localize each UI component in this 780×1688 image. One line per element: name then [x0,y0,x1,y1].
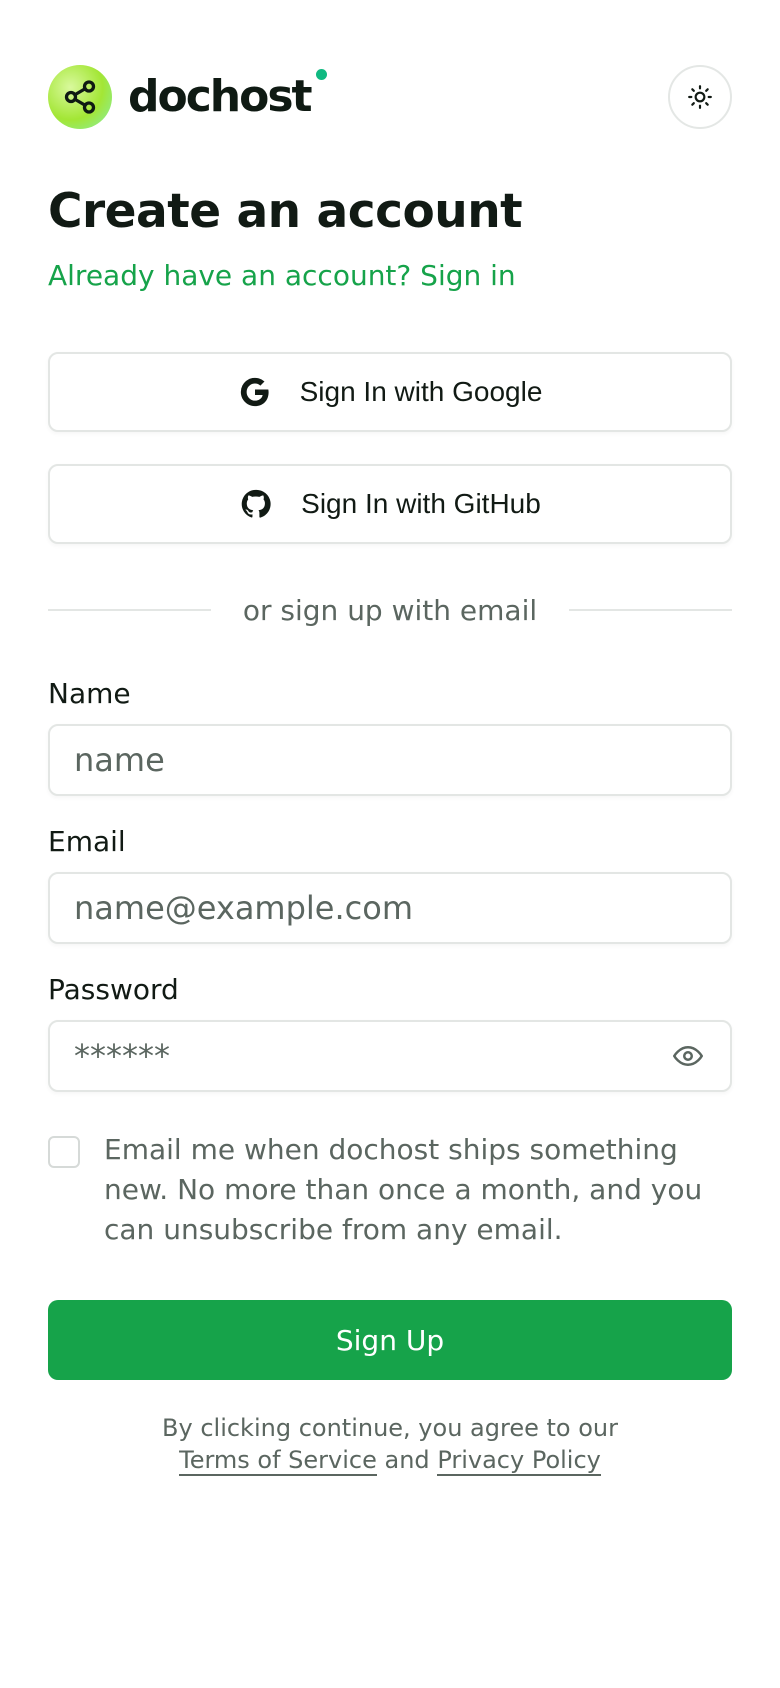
divider-line-left [48,609,211,611]
header: dochost [48,64,732,130]
signup-button[interactable]: Sign Up [48,1300,732,1380]
brand-name: dochost [128,69,327,119]
github-signin-button[interactable]: Sign In with GitHub [48,464,732,544]
signup-page: dochost Create an account Already have a… [0,0,780,1688]
signin-link[interactable]: Already have an account? Sign in [48,256,516,296]
email-field-wrapper [48,872,732,944]
password-field-wrapper [48,1020,732,1092]
terms-of-service-link[interactable]: Terms of Service [179,1446,377,1476]
newsletter-optin-text: Email me when dochost ships something ne… [104,1133,703,1246]
brand[interactable]: dochost [48,65,327,129]
share-icon [48,65,112,129]
password-label: Password [48,973,179,1006]
newsletter-checkbox[interactable] [48,1136,80,1168]
terms-links: Terms of Service and Privacy Policy [48,1444,732,1476]
email-input[interactable] [74,889,706,927]
theme-toggle-button[interactable] [668,65,732,129]
divider: or sign up with email [48,590,732,630]
eye-icon [673,1046,703,1066]
google-signin-label: Sign In with Google [299,376,543,407]
terms-and: and [384,1446,430,1474]
divider-line-right [569,609,732,611]
github-icon [241,489,271,518]
page-title: Create an account [48,184,523,239]
divider-text: or sign up with email [242,593,538,627]
name-field-wrapper [48,724,732,796]
password-visibility-toggle[interactable] [670,1038,706,1074]
sun-icon [688,85,712,109]
brand-name-text: dochost [128,71,313,122]
google-icon [240,377,269,407]
name-label: Name [48,677,131,710]
brand-status-dot [315,69,327,80]
privacy-policy-link[interactable]: Privacy Policy [437,1446,601,1476]
email-label: Email [48,825,126,858]
google-signin-button[interactable]: Sign In with Google [48,352,732,432]
terms-prefix: By clicking continue, you agree to our [162,1414,618,1442]
newsletter-optin: Email me when dochost ships something ne… [48,1130,732,1250]
password-input[interactable] [74,1037,670,1075]
name-input[interactable] [74,741,706,779]
terms-notice: By clicking continue, you agree to our T… [48,1412,732,1476]
github-signin-label: Sign In with GitHub [301,488,541,519]
